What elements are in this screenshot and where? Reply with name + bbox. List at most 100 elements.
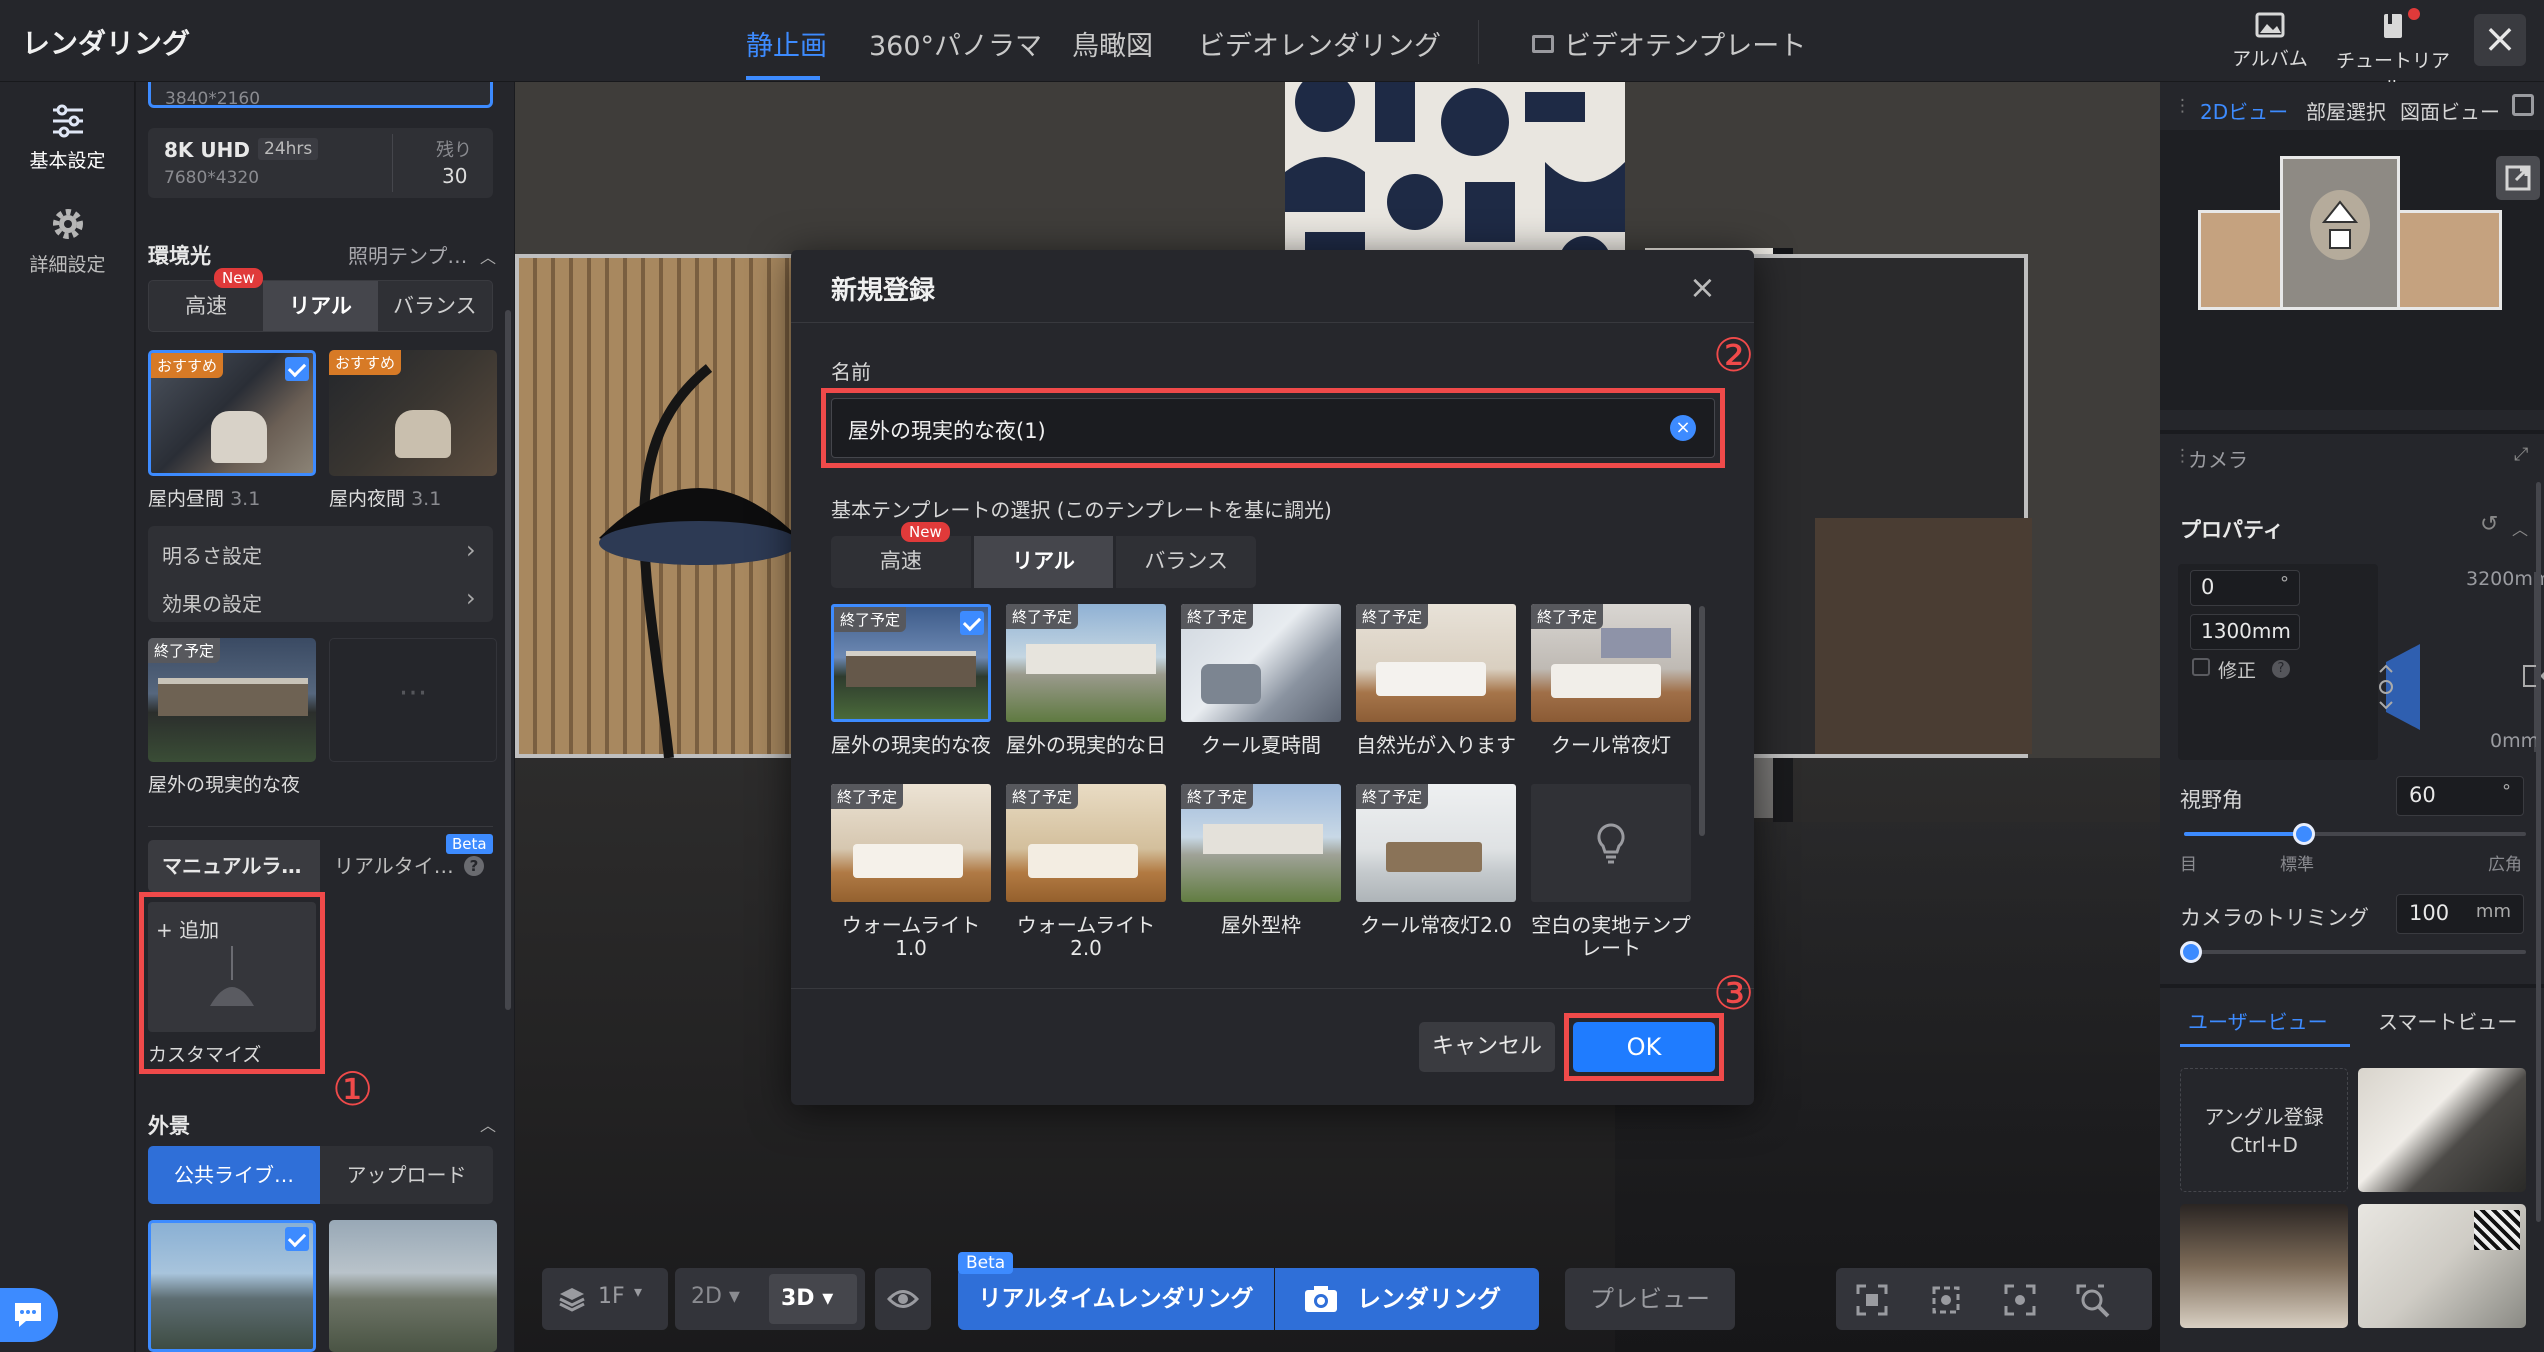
trim-input[interactable]: 100 mm bbox=[2396, 894, 2524, 934]
right-panel-scrollbar[interactable] bbox=[2536, 482, 2541, 1222]
height-input[interactable]: 1300mm bbox=[2190, 614, 2300, 650]
tab-user-view[interactable]: ユーザービュー bbox=[2188, 1006, 2328, 1035]
trim-slider[interactable] bbox=[2180, 941, 2526, 963]
album-button[interactable]: アルバム bbox=[2230, 12, 2310, 71]
template-item[interactable]: 終了予定 屋外型枠 bbox=[1181, 784, 1341, 937]
lighting-template-link[interactable]: 照明テンプ… bbox=[348, 240, 467, 269]
exterior-city[interactable] bbox=[148, 1220, 316, 1352]
brightness-settings[interactable]: 明るさ設定 bbox=[162, 540, 262, 569]
rail-advanced-settings[interactable]: 詳細設定 bbox=[0, 206, 135, 277]
annotation-box-3 bbox=[1564, 1013, 1724, 1081]
frame-icon[interactable] bbox=[1856, 1284, 1888, 1316]
tab-drawing-view[interactable]: 図面ビュー bbox=[2400, 96, 2500, 125]
mode-balance[interactable]: バランス bbox=[378, 281, 492, 331]
settings-list: 明るさ設定 › 効果の設定 › bbox=[148, 526, 493, 622]
reset-icon[interactable]: ↺ bbox=[2480, 512, 2498, 537]
minimap-fullscreen-button[interactable] bbox=[2496, 156, 2540, 200]
fov-input[interactable]: 60 ° bbox=[2396, 776, 2524, 816]
rail-basic-settings[interactable]: 基本設定 bbox=[0, 104, 135, 173]
view-3d-button[interactable]: 3D ▾ bbox=[769, 1274, 857, 1324]
template-item[interactable]: 終了予定 屋外の現実的な夜 bbox=[831, 604, 991, 757]
tab-manual-light[interactable]: マニュアルラ… bbox=[148, 840, 320, 892]
fov-mark: 標準 bbox=[2280, 855, 2314, 875]
tab-panorama[interactable]: 360°パノラマ bbox=[869, 24, 1042, 63]
view-2d-button[interactable]: 2D ▾ bbox=[691, 1284, 740, 1309]
preset-indoor-day[interactable]: おすすめ bbox=[148, 350, 316, 476]
template-item[interactable]: 終了予定 屋外の現実的な日 bbox=[1006, 604, 1166, 757]
floorplan-minimap[interactable] bbox=[2160, 130, 2544, 410]
help-icon[interactable]: ? bbox=[2272, 660, 2290, 678]
tab-2d-view[interactable]: 2Dビュー bbox=[2200, 96, 2288, 125]
angle-input[interactable]: 0 ° bbox=[2190, 570, 2300, 606]
template-mode-segmented: 高速 リアル バランス bbox=[831, 536, 1256, 588]
caret-down-icon: ▾ bbox=[634, 1282, 643, 1301]
tab-still-image[interactable]: 静止画 bbox=[746, 24, 827, 63]
gear-icon bbox=[52, 209, 83, 239]
template-item[interactable]: 空白の実地テンプレート bbox=[1531, 784, 1691, 960]
exterior-lake[interactable] bbox=[329, 1220, 497, 1352]
mode-fast[interactable]: 高速 bbox=[831, 536, 971, 588]
template-item[interactable]: 終了予定 クール常夜灯2.0 bbox=[1356, 784, 1516, 937]
expand-diagonal-icon[interactable]: ⤢ bbox=[2514, 444, 2528, 465]
focus-icon[interactable] bbox=[2004, 1284, 2036, 1316]
chevron-up-icon[interactable]: ︿ bbox=[2512, 516, 2528, 540]
close-icon[interactable]: × bbox=[2474, 14, 2526, 66]
tab-birds-eye[interactable]: 鳥瞰図 bbox=[1072, 24, 1153, 63]
template-item[interactable]: 終了予定 クール常夜灯 bbox=[1531, 604, 1691, 757]
template-item[interactable]: 終了予定 ウォームライト2.0 bbox=[1006, 784, 1166, 960]
template-item[interactable]: 終了予定 自然光が入ります bbox=[1356, 604, 1516, 757]
tab-upload[interactable]: アップロード bbox=[320, 1146, 493, 1204]
chevron-up-icon[interactable]: ︿ bbox=[480, 1112, 496, 1136]
tab-public-library[interactable]: 公共ライブ… bbox=[148, 1146, 320, 1204]
chat-button[interactable] bbox=[0, 1288, 58, 1342]
chevron-up-icon[interactable]: ︿ bbox=[480, 244, 496, 268]
template-item[interactable]: 終了予定 クール夏時間 bbox=[1181, 604, 1341, 757]
mode-real[interactable]: リアル bbox=[263, 281, 378, 331]
left-rail: 基本設定 詳細設定 bbox=[0, 82, 135, 1352]
view-tools bbox=[1836, 1268, 2152, 1330]
rendering-button[interactable]: レンダリング bbox=[1275, 1268, 1539, 1330]
eye-icon bbox=[887, 1290, 919, 1308]
name-label: 名前 bbox=[831, 360, 871, 384]
resolution-option-selected[interactable]: 3840*2160 bbox=[148, 82, 493, 109]
saved-view-thumbnail[interactable] bbox=[2358, 1204, 2526, 1328]
expand-icon[interactable] bbox=[2512, 94, 2534, 116]
zoom-icon[interactable] bbox=[2076, 1284, 2110, 1318]
template-item[interactable]: 終了予定 ウォームライト1.0 bbox=[831, 784, 991, 960]
fov-slider-knob[interactable] bbox=[2292, 823, 2315, 845]
base-template-label: 基本テンプレートの選択 (このテンプレートを基に調光) bbox=[831, 498, 1332, 522]
floor-selector[interactable]: 1F ▾ bbox=[542, 1268, 668, 1330]
dialog-title: 新規登録 bbox=[831, 276, 936, 306]
dialog-close-icon[interactable]: × bbox=[1689, 268, 1716, 306]
mode-balance[interactable]: バランス bbox=[1116, 536, 1256, 588]
rotate-view-icon[interactable] bbox=[1930, 1284, 1962, 1316]
left-panel-scrollbar[interactable] bbox=[505, 310, 511, 1010]
resolution-option-8k[interactable]: 8K UHD 24hrs 7680*4320 残り 30 bbox=[148, 128, 493, 198]
help-icon[interactable]: ? bbox=[464, 856, 484, 876]
tab-smart-view[interactable]: スマートビュー bbox=[2378, 1006, 2517, 1035]
cancel-button[interactable]: キャンセル bbox=[1419, 1022, 1555, 1072]
realtime-rendering-button[interactable]: リアルタイムレンダリング bbox=[958, 1268, 1274, 1330]
custom-preset-outdoor-night[interactable]: 終了予定 bbox=[148, 638, 316, 762]
mode-fast[interactable]: 高速 bbox=[149, 281, 263, 331]
preset-indoor-night[interactable]: おすすめ bbox=[329, 350, 497, 476]
fov-slider[interactable] bbox=[2184, 823, 2526, 845]
drag-handle-icon[interactable]: ⋮ bbox=[2174, 96, 2191, 116]
app-root: レンダリング 静止画 360°パノラマ 鳥瞰図 ビデオレンダリング ビデオテンプ… bbox=[0, 0, 2544, 1352]
lighting-mode-segmented: 高速 リアル バランス bbox=[148, 280, 493, 332]
saved-view-thumbnail[interactable] bbox=[2358, 1068, 2526, 1192]
mode-real[interactable]: リアル bbox=[973, 536, 1114, 588]
register-angle-button[interactable]: アングル登録 Ctrl+D bbox=[2180, 1068, 2348, 1192]
visibility-toggle[interactable] bbox=[875, 1268, 931, 1330]
exterior-tabs: 公共ライブ… アップロード bbox=[148, 1146, 493, 1204]
tab-video-rendering[interactable]: ビデオレンダリング bbox=[1198, 24, 1441, 63]
tab-video-template[interactable]: ビデオテンプレート bbox=[1532, 24, 1806, 63]
saved-view-thumbnail[interactable] bbox=[2180, 1204, 2348, 1328]
trim-slider-knob[interactable] bbox=[2180, 941, 2202, 963]
effect-settings[interactable]: 効果の設定 bbox=[162, 588, 262, 617]
view-mode-toggle: 2D ▾ 3D ▾ bbox=[675, 1268, 865, 1330]
template-scrollbar[interactable] bbox=[1699, 606, 1705, 836]
fix-checkbox[interactable] bbox=[2192, 658, 2210, 676]
tab-room-select[interactable]: 部屋選択 bbox=[2306, 96, 2386, 125]
preview-button[interactable]: プレビュー bbox=[1565, 1268, 1735, 1330]
